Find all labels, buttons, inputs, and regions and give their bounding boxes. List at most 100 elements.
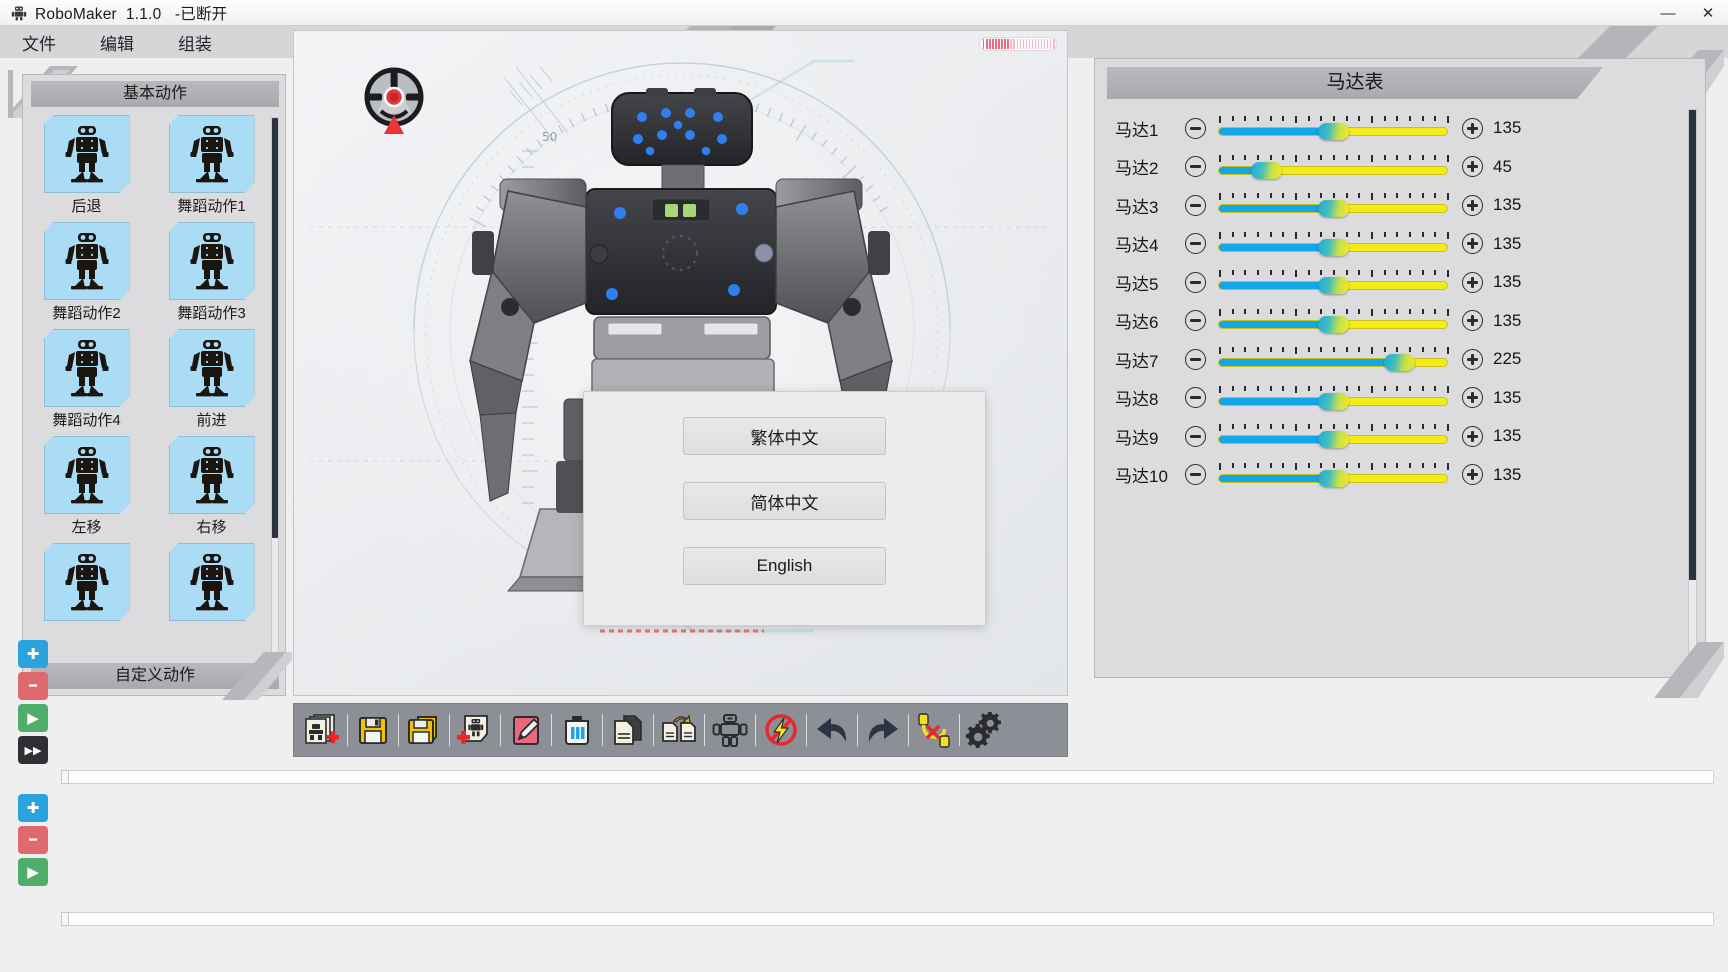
robot-pose-icon[interactable] [44,329,130,407]
plus-circle-icon[interactable] [1462,118,1483,139]
lang-traditional-chinese[interactable]: 繁体中文 [683,417,886,455]
action-item-9[interactable] [33,543,140,623]
menu-assemble[interactable]: 组装 [156,30,234,55]
action-item-7[interactable]: 左移 [33,436,140,537]
gauge-segment [1035,39,1036,49]
plus-circle-icon[interactable] [1462,387,1483,408]
save-button[interactable] [351,708,395,752]
undo-button[interactable] [810,708,854,752]
motor-slider[interactable] [1218,155,1450,179]
slider-thumb[interactable] [1318,239,1349,256]
motor-slider[interactable] [1218,193,1450,217]
delete-button[interactable] [555,708,599,752]
robot-pose-icon[interactable] [169,329,255,407]
timeline-handle[interactable] [61,770,69,784]
minus-circle-icon[interactable] [1185,387,1206,408]
settings-button[interactable] [963,708,1007,752]
power-off-button[interactable] [759,708,803,752]
minimize-button[interactable]: — [1648,0,1688,26]
edit-button[interactable] [504,708,548,752]
plus-circle-icon[interactable] [1462,272,1483,293]
navigation-compass-icon[interactable] [357,63,431,137]
remove-frame-button[interactable]: ━ [18,672,48,700]
play-track-button[interactable]: ▶ [18,858,48,886]
minus-circle-icon[interactable] [1185,272,1206,293]
slider-thumb[interactable] [1251,162,1282,179]
robot-pose-icon[interactable] [44,543,130,621]
menu-edit[interactable]: 编辑 [78,30,156,55]
robot-pose-icon[interactable] [44,115,130,193]
minus-circle-icon[interactable] [1185,156,1206,177]
motor-slider[interactable] [1218,424,1450,448]
play-button[interactable]: ▶ [18,704,48,732]
timeline-track-2[interactable] [62,912,1714,926]
scrollbar-thumb[interactable] [1689,110,1696,580]
action-item-4[interactable]: 舞蹈动作3 [158,222,265,323]
slider-thumb[interactable] [1318,470,1349,487]
minus-circle-icon[interactable] [1185,195,1206,216]
plus-circle-icon[interactable] [1462,233,1483,254]
slider-thumb[interactable] [1318,316,1349,333]
robot-pose-icon[interactable] [169,436,255,514]
action-item-5[interactable]: 舞蹈动作4 [33,329,140,430]
minus-circle-icon[interactable] [1185,310,1206,331]
motor-slider[interactable] [1218,309,1450,333]
motor-slider[interactable] [1218,116,1450,140]
action-item-8[interactable]: 右移 [158,436,265,537]
add-frame-button[interactable]: ✚ [18,640,48,668]
lang-simplified-chinese[interactable]: 简体中文 [683,482,886,520]
motor-slider[interactable] [1218,386,1450,410]
minus-circle-icon[interactable] [1185,464,1206,485]
add-robot-button[interactable] [453,708,497,752]
paste-swap-button[interactable] [657,708,701,752]
plus-circle-icon[interactable] [1462,310,1483,331]
fast-forward-button[interactable]: ▶▶ [18,736,48,764]
scrollbar-thumb[interactable] [272,118,278,538]
plus-circle-icon[interactable] [1462,464,1483,485]
slider-thumb[interactable] [1384,354,1415,371]
action-item-1[interactable]: 后退 [33,115,140,216]
lang-english[interactable]: English [683,547,886,585]
action-item-6[interactable]: 前进 [158,329,265,430]
disconnect-button[interactable] [912,708,956,752]
robot-pose-icon[interactable] [169,543,255,621]
slider-thumb[interactable] [1318,200,1349,217]
plus-circle-icon[interactable] [1462,195,1483,216]
minus-circle-icon[interactable] [1185,118,1206,139]
save-as-button[interactable] [402,708,446,752]
plus-circle-icon[interactable] [1462,426,1483,447]
motor-slider[interactable] [1218,347,1450,371]
motor-slider[interactable] [1218,232,1450,256]
action-item-10[interactable] [158,543,265,623]
minus-circle-icon[interactable] [1185,426,1206,447]
minus-circle-icon[interactable] [1185,349,1206,370]
action-list-scrollbar[interactable] [271,117,279,655]
robot-pose-icon[interactable] [44,436,130,514]
robot-pose-button[interactable] [708,708,752,752]
remove-track-button[interactable]: ━ [18,826,48,854]
action-item-2[interactable]: 舞蹈动作1 [158,115,265,216]
menu-file[interactable]: 文件 [0,30,78,55]
custom-actions-tab[interactable]: 自定义动作 [31,663,279,689]
close-button[interactable]: ✕ [1688,0,1728,26]
slider-thumb[interactable] [1318,277,1349,294]
plus-circle-icon[interactable] [1462,349,1483,370]
slider-thumb[interactable] [1318,393,1349,410]
slider-thumb[interactable] [1318,123,1349,140]
motor-list-scrollbar[interactable] [1688,109,1697,669]
add-track-button[interactable]: ✚ [18,794,48,822]
plus-circle-icon[interactable] [1462,156,1483,177]
robot-pose-icon[interactable] [169,115,255,193]
copy-button[interactable] [606,708,650,752]
redo-button[interactable] [861,708,905,752]
robot-pose-icon[interactable] [44,222,130,300]
timeline-track-1[interactable] [62,770,1714,784]
robot-pose-icon[interactable] [169,222,255,300]
minus-circle-icon[interactable] [1185,233,1206,254]
slider-thumb[interactable] [1318,431,1349,448]
new-action-button[interactable] [300,708,344,752]
motor-slider[interactable] [1218,270,1450,294]
timeline-handle[interactable] [61,912,69,926]
motor-slider[interactable] [1218,463,1450,487]
action-item-3[interactable]: 舞蹈动作2 [33,222,140,323]
